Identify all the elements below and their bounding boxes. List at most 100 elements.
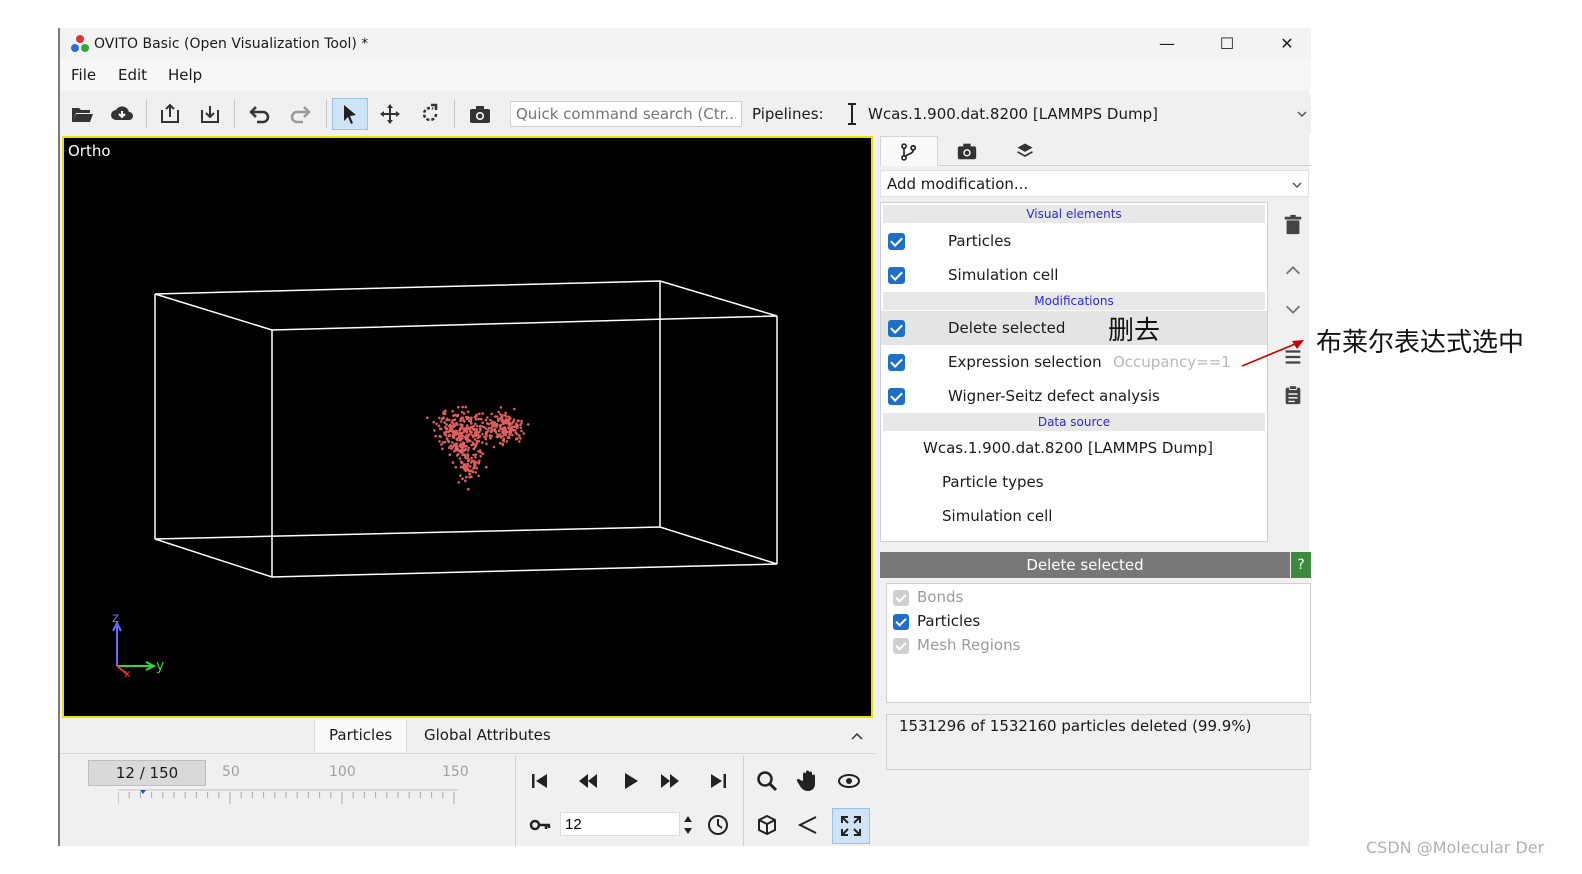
particle xyxy=(513,407,516,411)
particle xyxy=(490,430,493,433)
delete-selected-checkbox[interactable] xyxy=(888,320,905,337)
zoom-button[interactable] xyxy=(752,766,782,796)
particle xyxy=(465,436,468,440)
pipeline-editor-list[interactable]: Visual elements Particles Simulation cel… xyxy=(880,202,1268,542)
particle xyxy=(467,446,470,450)
rotate-mode-button[interactable] xyxy=(412,98,448,130)
wigner-seitz-checkbox[interactable] xyxy=(888,388,905,405)
spinner-arrows-icon[interactable] xyxy=(682,812,694,838)
field-of-view-button[interactable] xyxy=(793,810,823,840)
list-item-label: Wcas.1.900.dat.8200 [LAMMPS Dump] xyxy=(923,439,1213,457)
redo-button[interactable] xyxy=(282,98,318,130)
close-button[interactable]: ✕ xyxy=(1272,33,1302,55)
minimize-button[interactable]: — xyxy=(1152,33,1182,55)
add-modification-dropdown[interactable]: Add modification... xyxy=(880,170,1309,197)
delete-modifier-button[interactable] xyxy=(1278,210,1308,240)
maximize-button[interactable]: ☐ xyxy=(1212,33,1242,55)
tab-pipeline[interactable] xyxy=(880,136,938,166)
viewport-ortho[interactable]: Ortho z y x xyxy=(62,136,873,718)
particle xyxy=(446,427,449,430)
open-file-button[interactable] xyxy=(64,98,100,130)
main-toolbar: Pipelines: Wcas.1.900.dat.8200 [LAMMPS D… xyxy=(60,94,1311,134)
particle xyxy=(479,454,483,458)
particle xyxy=(446,417,449,421)
particle xyxy=(499,423,502,427)
play-button[interactable] xyxy=(615,766,645,796)
frame-spinner-input[interactable] xyxy=(560,812,680,836)
particle xyxy=(451,425,455,428)
tab-global-attributes[interactable]: Global Attributes xyxy=(410,720,565,752)
list-item-delete-selected[interactable]: Delete selected xyxy=(881,311,1267,345)
move-down-button[interactable] xyxy=(1278,294,1308,324)
expression-status: Occupancy==1 xyxy=(1113,353,1231,371)
particles-checkbox[interactable] xyxy=(893,614,909,630)
list-item-wigner-seitz[interactable]: Wigner-Seitz defect analysis xyxy=(881,379,1267,413)
particle xyxy=(513,425,516,429)
menu-edit[interactable]: Edit xyxy=(118,66,147,84)
expression-selection-checkbox[interactable] xyxy=(888,354,905,371)
particle xyxy=(464,447,467,451)
visual-particles-checkbox[interactable] xyxy=(888,233,905,250)
particle xyxy=(489,436,492,440)
section-modifications: Modifications xyxy=(883,292,1265,310)
tab-particles[interactable]: Particles xyxy=(314,720,408,752)
particle xyxy=(461,451,464,455)
particle xyxy=(457,481,461,484)
time-slider-handle[interactable]: 12 / 150 xyxy=(88,760,206,786)
maximize-viewport-button[interactable] xyxy=(832,808,870,844)
particle xyxy=(456,447,460,451)
time-slider-track[interactable] xyxy=(118,786,458,808)
particle xyxy=(456,413,460,417)
visual-cell-checkbox[interactable] xyxy=(888,267,905,284)
watermark: CSDN @Molecular Der xyxy=(1366,838,1545,857)
first-frame-button[interactable] xyxy=(525,766,555,796)
bonds-checkbox[interactable] xyxy=(893,590,909,606)
list-item-data-source-file[interactable]: Wcas.1.900.dat.8200 [LAMMPS Dump] xyxy=(881,431,1267,465)
particle xyxy=(473,415,477,419)
list-item-expression-selection[interactable]: Expression selection Occupancy==1 xyxy=(881,345,1267,379)
particle xyxy=(456,445,459,448)
last-frame-button[interactable] xyxy=(703,766,733,796)
tab-render[interactable] xyxy=(938,136,996,166)
eye-icon xyxy=(838,774,860,788)
previous-frame-button[interactable] xyxy=(573,766,603,796)
move-mode-button[interactable] xyxy=(372,98,408,130)
undo-button[interactable] xyxy=(242,98,278,130)
next-frame-button[interactable] xyxy=(655,766,685,796)
particle xyxy=(487,429,490,432)
particle xyxy=(475,424,479,428)
export-button[interactable] xyxy=(152,98,188,130)
particle xyxy=(473,466,476,469)
animation-settings-button[interactable] xyxy=(703,810,733,840)
pan-button[interactable] xyxy=(793,766,823,796)
section-visual-elements: Visual elements xyxy=(883,205,1265,223)
list-item-particle-types[interactable]: Particle types xyxy=(881,465,1267,499)
selection-mode-button[interactable] xyxy=(332,98,368,130)
particle xyxy=(490,426,493,430)
particle xyxy=(501,442,504,446)
command-search-input[interactable] xyxy=(510,101,742,127)
load-remote-button[interactable] xyxy=(104,98,140,130)
menu-help[interactable]: Help xyxy=(168,66,202,84)
particle xyxy=(445,434,448,437)
orbit-button[interactable] xyxy=(834,766,864,796)
render-button[interactable] xyxy=(462,98,498,130)
pipeline-select[interactable]: Wcas.1.900.dat.8200 [LAMMPS Dump] xyxy=(836,98,1311,130)
move-up-button[interactable] xyxy=(1278,256,1308,286)
manage-templates-button[interactable] xyxy=(1278,380,1308,410)
list-item-simulation-cell-source[interactable]: Simulation cell xyxy=(881,499,1267,533)
key-mode-button[interactable] xyxy=(525,810,555,840)
zoom-scene-extents-button[interactable] xyxy=(752,810,782,840)
save-session-button[interactable] xyxy=(192,98,228,130)
mesh-regions-checkbox[interactable] xyxy=(893,638,909,654)
menu-file[interactable]: File xyxy=(71,66,96,84)
list-item-simulation-cell-visual[interactable]: Simulation cell xyxy=(881,258,1267,292)
help-button[interactable]: ? xyxy=(1291,552,1311,578)
particle xyxy=(473,463,477,467)
chevron-up-icon[interactable] xyxy=(850,730,864,744)
list-item-particles-visual[interactable]: Particles xyxy=(881,224,1267,258)
particle xyxy=(504,414,507,417)
particle xyxy=(465,415,468,419)
tab-overlays[interactable] xyxy=(996,136,1054,166)
chevron-up-icon xyxy=(1285,266,1301,275)
